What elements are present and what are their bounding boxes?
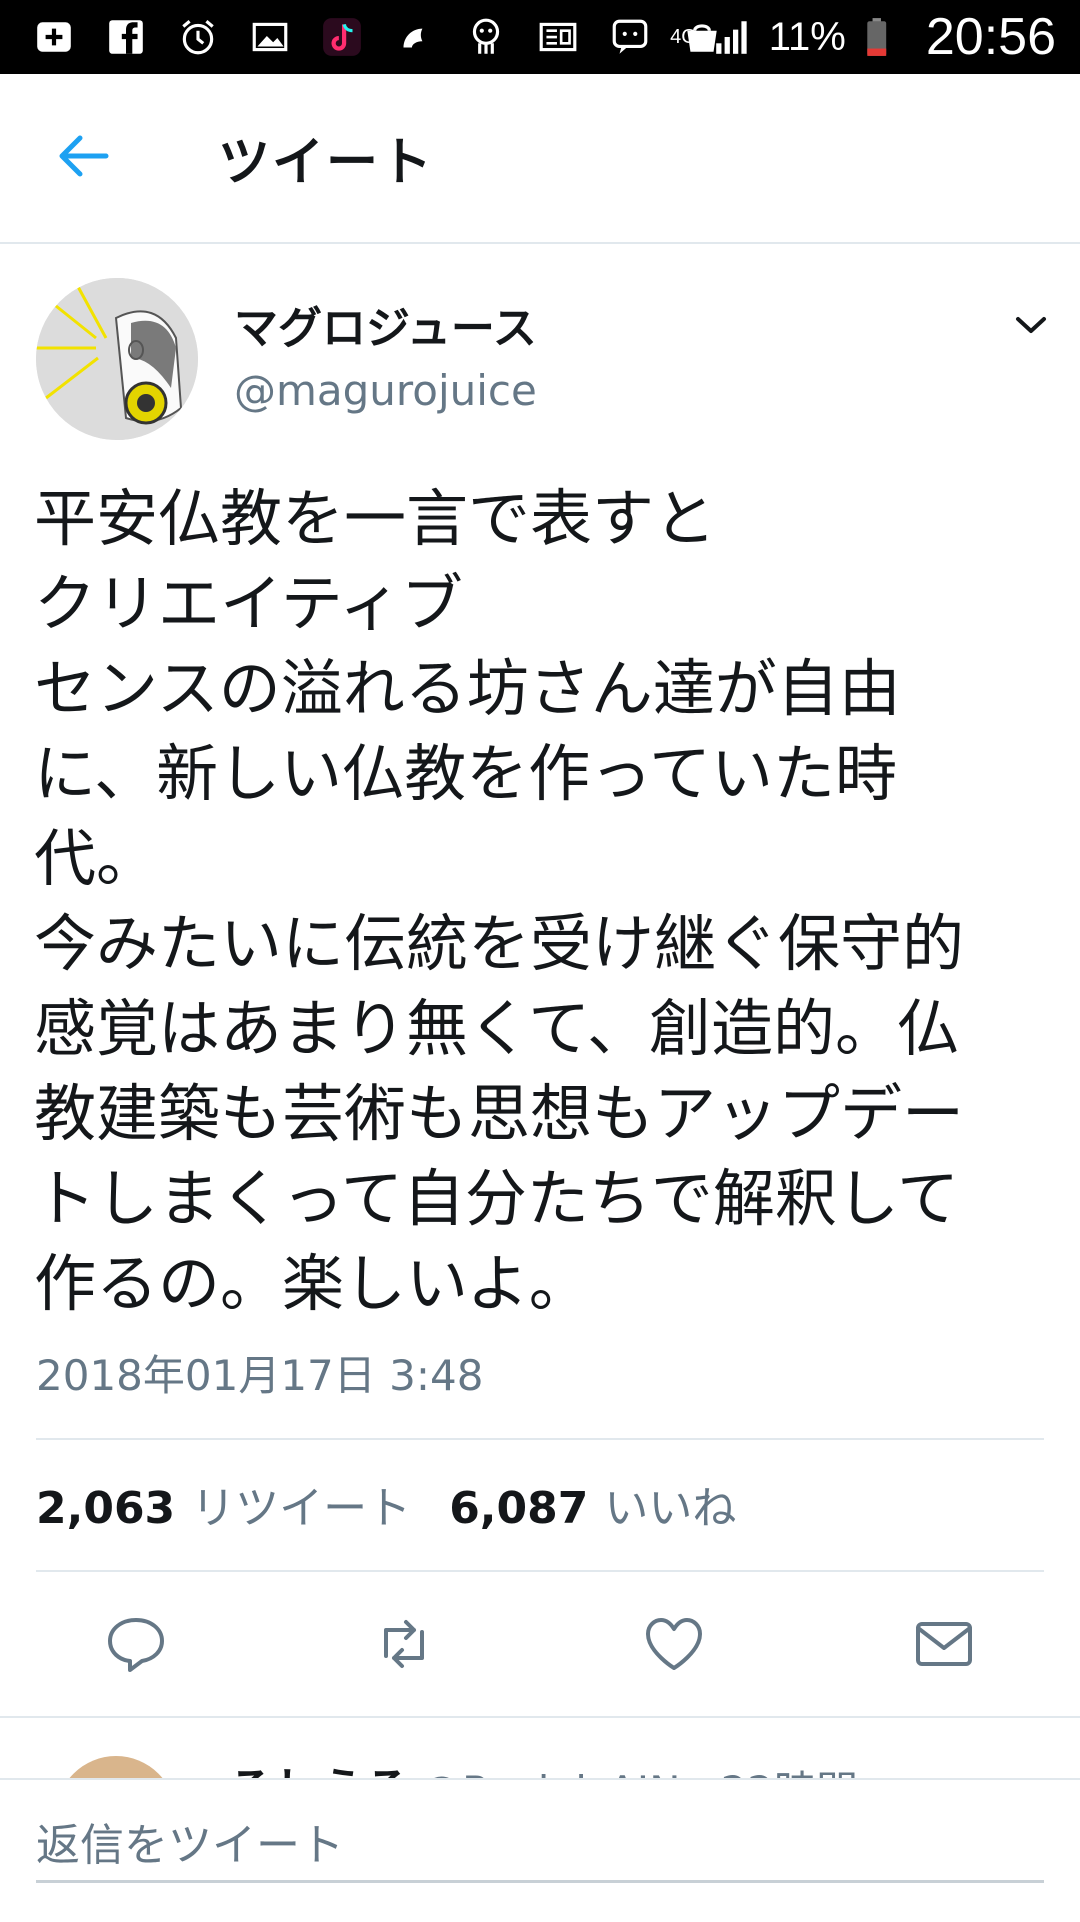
- chevron-down-icon: [1016, 317, 1046, 333]
- retweet-button[interactable]: [372, 1612, 436, 1676]
- battery-icon: [860, 15, 904, 59]
- envelope-icon: [916, 1622, 972, 1666]
- tweet-actions: [0, 1612, 1080, 1684]
- tiktok-icon: [320, 15, 364, 59]
- avatar[interactable]: [56, 1756, 176, 1778]
- user-handle[interactable]: @magurojuice: [234, 366, 537, 415]
- reply-button[interactable]: [104, 1612, 168, 1676]
- tweet-timestamp[interactable]: 2018年01月17日 3:48: [36, 1342, 483, 1403]
- status-bar: 4G 11% 20:56: [0, 0, 1080, 74]
- retweet-count[interactable]: 2,063: [36, 1483, 175, 1534]
- system-indicators: 4G 11% 20:56: [670, 0, 1056, 74]
- news-icon: [536, 15, 580, 59]
- facebook-icon: [104, 15, 148, 59]
- battery-percent: 11%: [768, 14, 846, 59]
- share-button[interactable]: [912, 1612, 976, 1676]
- game-icon: [392, 15, 436, 59]
- reply-display-name[interactable]: るしえる: [228, 1754, 411, 1778]
- network-type: 4G: [670, 26, 697, 48]
- app-header: ツイート: [0, 74, 1080, 244]
- like-button[interactable]: [642, 1612, 706, 1676]
- chat-icon: [608, 15, 652, 59]
- tweet-menu-button[interactable]: [1008, 302, 1054, 348]
- display-name[interactable]: マグロジュース: [234, 292, 537, 356]
- compose-bar: [0, 1778, 1080, 1922]
- character-icon: [464, 15, 508, 59]
- signal-icon: [711, 15, 755, 59]
- gallery-icon: [248, 15, 292, 59]
- like-count[interactable]: 6,087: [449, 1483, 588, 1534]
- alarm-icon: [176, 15, 220, 59]
- like-label[interactable]: いいね: [604, 1472, 736, 1536]
- back-button[interactable]: [52, 124, 116, 188]
- tweet-stats: 2,063 リツイート 6,087 いいね: [36, 1472, 758, 1536]
- retweet-label[interactable]: リツイート: [191, 1472, 411, 1536]
- tweet-text: 平安仏教を一言で表すと クリエイティブ センスの溢れる坊さん達が自由 に、新しい…: [34, 482, 965, 1320]
- profile-illustration: [36, 278, 198, 440]
- reply-item[interactable]: るしえる @Rusiel_AIN · 22時間: [0, 1718, 1080, 1778]
- plus-box-icon: [32, 15, 76, 59]
- avatar[interactable]: [36, 278, 198, 440]
- arrow-left-icon: [59, 135, 109, 177]
- page-title: ツイート: [218, 133, 435, 193]
- reply-input[interactable]: [36, 1810, 1044, 1883]
- heart-icon: [646, 1618, 702, 1670]
- clock: 20:56: [925, 8, 1056, 66]
- divider: [36, 1570, 1044, 1572]
- retweet-icon: [384, 1620, 424, 1668]
- reply-icon: [108, 1618, 164, 1672]
- reply-meta: @Rusiel_AIN · 22時間: [420, 1758, 858, 1778]
- divider: [36, 1438, 1044, 1440]
- notification-icons: [32, 15, 724, 59]
